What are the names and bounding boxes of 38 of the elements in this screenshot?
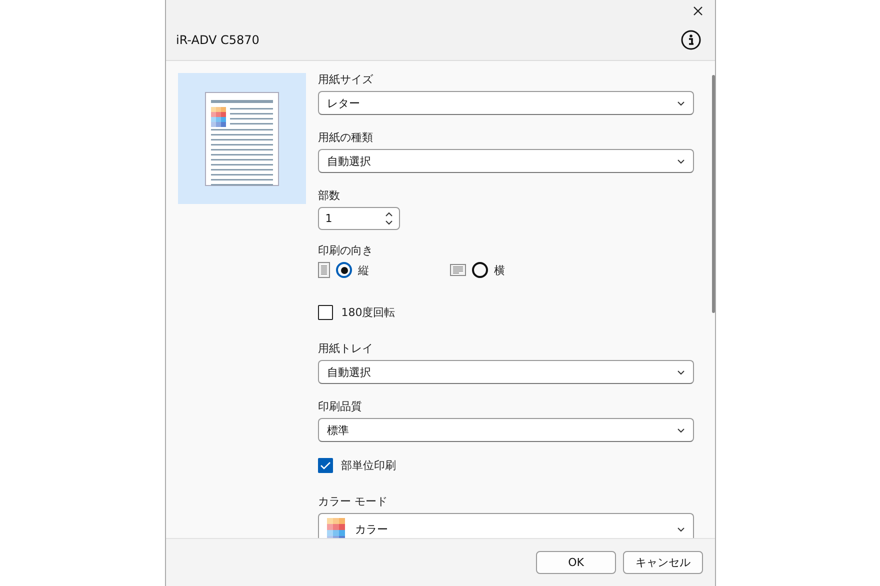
checkbox[interactable] xyxy=(318,305,334,320)
radio-button[interactable] xyxy=(472,262,488,278)
setting-label: カラー モード xyxy=(318,495,388,509)
landscape-page-icon xyxy=(450,264,466,276)
window-title: iR-ADV C5870 xyxy=(176,33,260,47)
portrait-page-icon xyxy=(318,262,330,278)
setting-label: 印刷の向き xyxy=(318,244,374,258)
checkbox[interactable] xyxy=(318,458,334,473)
dropdown[interactable]: 自動選択 xyxy=(318,149,694,173)
number-spinner[interactable]: 1 xyxy=(318,207,400,230)
cancel-button[interactable]: キャンセル xyxy=(623,551,703,574)
ok-button[interactable]: OK xyxy=(536,551,616,574)
up-down-arrows-icon xyxy=(385,212,394,225)
chevron-down-icon xyxy=(677,158,686,164)
dropdown[interactable]: 標準 xyxy=(318,418,694,442)
setting-label: 部数 xyxy=(318,189,340,203)
setting-label: 用紙トレイ xyxy=(318,342,374,356)
color-palette-icon xyxy=(327,518,346,538)
checkmark-icon xyxy=(320,461,332,470)
setting-label: 用紙サイズ xyxy=(318,73,374,87)
color-palette-icon xyxy=(211,106,226,126)
close-icon[interactable] xyxy=(693,6,703,16)
radio-button[interactable] xyxy=(336,262,352,278)
dropdown[interactable]: 自動選択 xyxy=(318,360,694,384)
dropdown[interactable]: レター xyxy=(318,91,694,115)
checkbox-label: 部単位印刷 xyxy=(341,458,396,473)
dropdown[interactable]: カラー xyxy=(318,513,694,538)
setting-label: 用紙の種類 xyxy=(318,131,374,145)
setting-label: 印刷品質 xyxy=(318,400,362,414)
checkbox-label: 180度回転 xyxy=(341,305,396,320)
scrollbar[interactable] xyxy=(712,75,715,313)
chevron-down-icon xyxy=(677,100,686,106)
chevron-down-icon xyxy=(677,428,686,432)
chevron-down-icon xyxy=(677,527,686,532)
option-label: 横 xyxy=(494,262,506,278)
info-icon[interactable] xyxy=(681,30,701,50)
option-label: 縦 xyxy=(358,262,370,278)
chevron-down-icon xyxy=(677,370,686,374)
